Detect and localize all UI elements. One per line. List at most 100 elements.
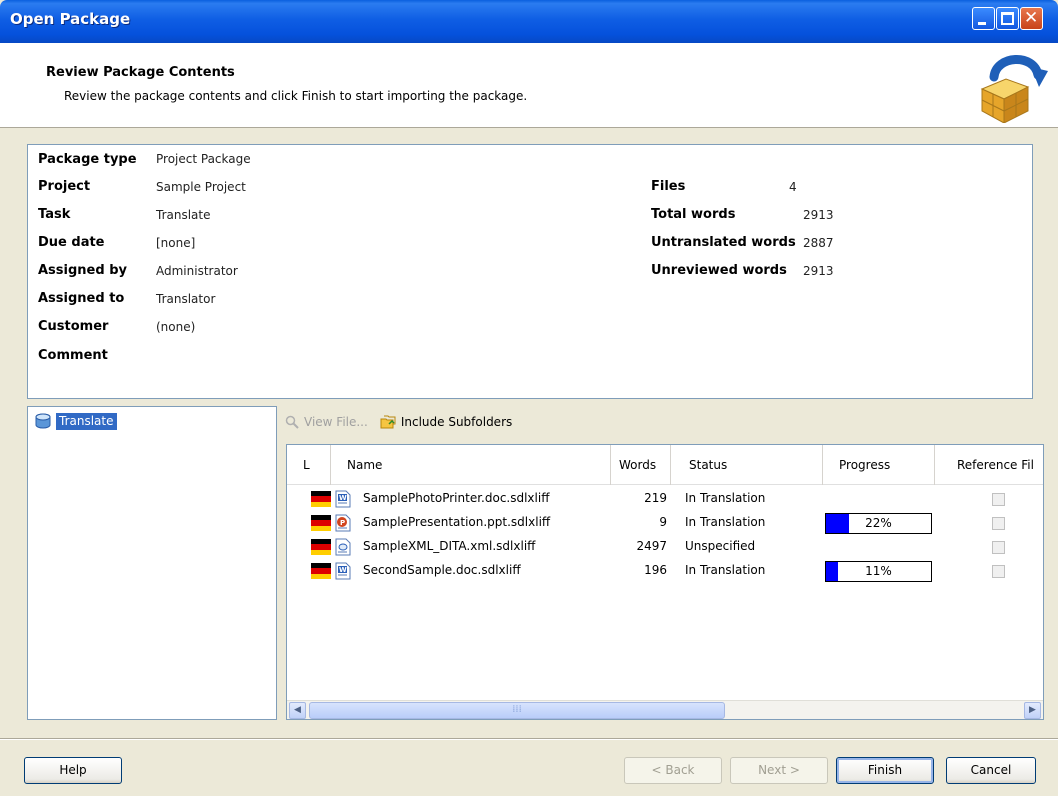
reference-file-checkbox[interactable] (992, 517, 1005, 530)
summary-value: 4 (789, 180, 797, 194)
file-status: In Translation (685, 491, 766, 505)
summary-row-package-type: Package type (38, 150, 137, 168)
file-status: Unspecified (685, 539, 756, 553)
magnifier-icon (285, 415, 299, 429)
back-button[interactable]: < Back (624, 757, 722, 784)
summary-label: Assigned to (38, 291, 125, 306)
summary-label: Due date (38, 235, 105, 250)
window-title: Open Package (10, 10, 131, 28)
reference-file-checkbox[interactable] (992, 493, 1005, 506)
footer-divider (0, 738, 1058, 740)
reference-file-checkbox[interactable] (992, 541, 1005, 554)
horizontal-scrollbar[interactable]: ◀ ⁞⁞⁞ ▶ (287, 700, 1043, 719)
summary-label: Unreviewed words (651, 263, 787, 278)
german-flag-icon (311, 491, 331, 507)
page-subtitle: Review the package contents and click Fi… (64, 89, 528, 103)
task-tree: Translate (27, 406, 277, 720)
minimize-button[interactable] (972, 7, 995, 30)
file-toolbar: View File... Include Subfolders (285, 411, 524, 433)
scroll-right-button[interactable]: ▶ (1024, 702, 1041, 719)
file-words: 2497 (636, 539, 667, 553)
summary-value: [none] (156, 236, 196, 250)
maximize-icon (1001, 12, 1014, 25)
tree-item-label: Translate (56, 412, 117, 430)
file-words: 9 (659, 515, 667, 529)
view-file-button[interactable]: View File... (285, 415, 368, 429)
progress-bar: 22% (825, 513, 932, 534)
word-doc-icon: W (335, 490, 351, 511)
file-row[interactable]: W SecondSample.doc.sdlxliff 196 In Translat… (287, 559, 1043, 583)
file-words: 196 (644, 563, 667, 577)
maximize-button[interactable] (996, 7, 1019, 30)
file-row[interactable]: P SamplePresentation.ppt.sdlxliff 9 In Tran… (287, 511, 1043, 535)
page-title: Review Package Contents (46, 65, 235, 80)
file-name: SampleXML_DITA.xml.sdlxliff (363, 539, 536, 553)
file-words: 219 (644, 491, 667, 505)
german-flag-icon (311, 539, 331, 555)
summary-value: (none) (156, 320, 196, 334)
next-button[interactable]: Next > (730, 757, 828, 784)
summary-value: Translate (156, 208, 211, 222)
summary-value: Administrator (156, 264, 238, 278)
cancel-button[interactable]: Cancel (946, 757, 1036, 784)
xml-file-icon (335, 538, 351, 559)
summary-value: 2887 (803, 236, 834, 250)
file-row[interactable]: W SamplePhotoPrinter.doc.sdlxliff 219 In Tr… (287, 487, 1043, 511)
summary-label: Untranslated words (651, 235, 796, 250)
file-row[interactable]: SampleXML_DITA.xml.sdlxliff 2497 Unspecifi… (287, 535, 1043, 559)
summary-label: Customer (38, 319, 109, 334)
german-flag-icon (311, 563, 331, 579)
column-header-name[interactable]: Name (331, 445, 611, 485)
file-list: L Name Words Status Progress Reference F… (286, 444, 1044, 720)
progress-label: 22% (865, 516, 892, 530)
summary-label: Package type (38, 152, 137, 167)
file-name: SamplePhotoPrinter.doc.sdlxliff (363, 491, 550, 505)
summary-label: Project (38, 179, 91, 194)
file-status: In Translation (685, 515, 766, 529)
scroll-left-button[interactable]: ◀ (289, 702, 306, 719)
summary-label: Total words (651, 207, 736, 222)
column-header-reference-file[interactable]: Reference Fil (935, 445, 1043, 485)
include-subfolders-label: Include Subfolders (400, 415, 513, 429)
progress-label: 11% (865, 564, 892, 578)
file-name: SecondSample.doc.sdlxliff (363, 563, 521, 577)
file-status: In Translation (685, 563, 766, 577)
svg-text:W: W (339, 494, 347, 502)
powerpoint-icon: P (335, 514, 351, 535)
column-header-words[interactable]: Words (611, 445, 671, 485)
progress-bar: 11% (825, 561, 932, 582)
summary-label: Files (651, 179, 686, 194)
svg-text:W: W (339, 566, 347, 574)
close-button[interactable]: ✕ (1020, 7, 1043, 30)
tree-item-translate[interactable]: Translate (34, 412, 117, 430)
summary-value: 2913 (803, 208, 834, 222)
summary-label: Comment (38, 348, 108, 363)
summary-value: 2913 (803, 264, 834, 278)
help-button[interactable]: Help (24, 757, 122, 784)
summary-label: Task (38, 207, 71, 222)
close-icon: ✕ (1024, 8, 1039, 28)
summary-value: Translator (156, 292, 216, 306)
task-icon (35, 413, 51, 429)
file-name: SamplePresentation.ppt.sdlxliff (363, 515, 551, 529)
column-header-status[interactable]: Status (671, 445, 823, 485)
column-header-progress[interactable]: Progress (823, 445, 935, 485)
svg-text:P: P (340, 519, 345, 527)
include-subfolders-button[interactable]: Include Subfolders (380, 415, 512, 430)
package-summary-panel: Package type Project Package Project Sam… (27, 144, 1033, 399)
reference-file-checkbox[interactable] (992, 565, 1005, 578)
summary-value: Project Package (156, 152, 251, 166)
wizard-header: Review Package Contents Review the packa… (0, 43, 1058, 128)
view-file-label: View File... (304, 415, 368, 429)
title-bar: Open Package ✕ (0, 0, 1058, 43)
finish-button[interactable]: Finish (836, 757, 934, 784)
package-icon (980, 55, 1048, 123)
minimize-icon (978, 22, 986, 25)
column-header-language[interactable]: L (287, 445, 331, 485)
summary-value: Sample Project (156, 180, 246, 194)
folders-icon (380, 415, 396, 428)
german-flag-icon (311, 515, 331, 531)
scroll-thumb[interactable]: ⁞⁞⁞ (309, 702, 725, 719)
word-doc-icon: W (335, 562, 351, 583)
column-header-row: L Name Words Status Progress Reference F… (287, 445, 1043, 485)
